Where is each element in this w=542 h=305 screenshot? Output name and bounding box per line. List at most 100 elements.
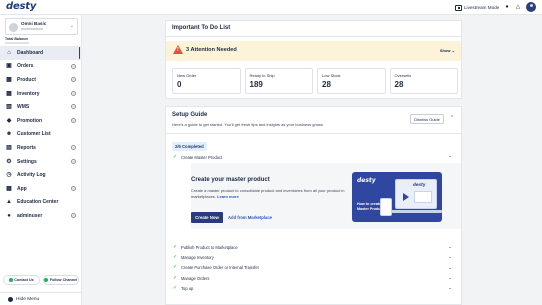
master-product-panel: Create your master product Create a mast… <box>191 163 461 229</box>
sidebar-item-product[interactable]: ▩ Product + <box>0 73 82 87</box>
divider <box>166 133 461 134</box>
store-sub-text <box>21 28 43 30</box>
sidebar-item-inventory[interactable]: ▦ Inventory + <box>0 87 82 101</box>
promo-logo: desty <box>357 177 376 184</box>
step-publish-product[interactable]: ✓ Publish Product to Marketplace ⌄ <box>173 242 456 252</box>
stat-oversells[interactable]: Oversells 28 <box>389 68 458 94</box>
contact-us-button[interactable]: Contact Us <box>3 275 40 285</box>
expand-plus-icon[interactable]: + <box>71 145 76 151</box>
expand-plus-icon[interactable]: + <box>71 158 76 164</box>
expand-plus-icon[interactable]: + <box>71 104 76 110</box>
master-description: Create a master product to consolidate p… <box>191 188 351 199</box>
sidebar-item-education-center[interactable]: ▲ Education Center <box>0 196 82 210</box>
store-selector[interactable]: Omni Basic ⌄ <box>5 18 78 35</box>
dismiss-guide-button[interactable]: Dismiss Guide <box>410 114 444 124</box>
tutorial-video-thumbnail[interactable]: desty How to create a Master Product des… <box>352 172 442 222</box>
step-top-up[interactable]: ✓ Top up ⌄ <box>173 283 456 293</box>
sidebar: Omni Basic ⌄ Total Balance ⌂ Dashboard ▣… <box>0 15 82 305</box>
stat-label: Low Stock <box>322 73 341 78</box>
play-icon <box>403 193 409 201</box>
home-icon: ⌂ <box>7 49 11 56</box>
education-icon: ▲ <box>6 199 12 206</box>
user-avatar[interactable] <box>526 2 536 12</box>
hide-menu-button[interactable]: Hide Menu <box>0 292 82 305</box>
sidebar-item-orders[interactable]: ▣ Orders + <box>0 60 82 74</box>
stats-row: New Order 0 Ready to Ship 189 Low Stock … <box>172 68 458 94</box>
total-balance-value <box>5 42 29 44</box>
sidebar-item-activity-log[interactable]: ◷ Activity Log <box>0 168 82 182</box>
todo-title: Important To Do List <box>172 25 231 31</box>
expand-plus-icon[interactable]: + <box>71 90 76 96</box>
chat-icon[interactable]: ● <box>504 4 510 10</box>
sidebar-item-label: Promotion <box>17 117 42 124</box>
divider <box>166 36 461 37</box>
todo-card: Important To Do List ! 3 Attention Neede… <box>165 20 462 99</box>
check-icon: ✓ <box>173 154 178 160</box>
screen-content <box>414 191 432 203</box>
stat-ready-to-ship[interactable]: Ready to Ship 189 <box>244 68 313 94</box>
add-from-marketplace-link[interactable]: Add from Marketplace <box>228 215 272 220</box>
sidebar-item-customer-list[interactable]: ☻ Customer List <box>0 128 82 142</box>
monitor-icon <box>455 4 462 11</box>
laptop-logo: desty <box>413 182 426 187</box>
sidebar-item-wms[interactable]: ▧ WMS + <box>0 100 82 114</box>
hide-menu-icon <box>8 296 13 302</box>
stat-low-stock[interactable]: Low Stock 28 <box>317 68 386 94</box>
sidebar-item-label: App <box>17 185 27 192</box>
phone-illustration <box>380 198 392 216</box>
activity-icon: ◷ <box>6 172 12 179</box>
step-create-master-product[interactable]: ✓ Create Master Product ⌃ <box>173 154 456 161</box>
bell-icon[interactable]: △ <box>515 4 521 10</box>
expand-plus-icon[interactable]: + <box>71 63 76 69</box>
setup-guide-card: Setup Guide Here's a guide to get starte… <box>165 106 462 305</box>
chevron-down-icon: ⌄ <box>448 264 452 270</box>
stat-new-order[interactable]: New Order 0 <box>172 68 241 94</box>
sidebar-item-label: Settings <box>17 158 37 165</box>
store-avatar <box>9 22 18 32</box>
create-now-button[interactable]: Create Now <box>191 212 223 223</box>
chevron-down-icon: ⌄ <box>448 285 452 291</box>
learn-more-link[interactable]: Learn more <box>217 194 239 199</box>
contact-row: Contact Us Follow Channel <box>3 275 79 285</box>
stat-label: New Order <box>177 73 197 78</box>
follow-channel-label: Follow Channel <box>49 278 78 282</box>
sidebar-item-label: Orders <box>17 63 34 70</box>
show-toggle[interactable]: Show ⌄ <box>440 48 455 53</box>
settings-icon: ⚙ <box>6 158 12 165</box>
sidebar-item-label: WMS <box>17 104 30 111</box>
sidebar-item-promotion[interactable]: ◆ Promotion + <box>0 114 82 128</box>
sidebar-item-adminuser[interactable]: ● adminuser + <box>0 209 82 223</box>
expand-plus-icon[interactable]: + <box>71 117 76 123</box>
sidebar-item-app[interactable]: ▦ App + <box>0 182 82 196</box>
sidebar-item-label: Reports <box>17 144 36 151</box>
livestream-mode-label: Livestream Mode <box>464 5 500 10</box>
step-manage-orders[interactable]: ✓ Manage Orders ⌄ <box>173 273 456 283</box>
sidebar-item-dashboard[interactable]: ⌂ Dashboard <box>0 46 82 60</box>
step-label: Top up <box>181 285 194 291</box>
sidebar-item-reports[interactable]: ▤ Reports + <box>0 141 82 155</box>
app-icon: ▦ <box>6 185 12 192</box>
check-icon: ✓ <box>173 264 178 271</box>
inventory-icon: ▦ <box>6 90 12 97</box>
expand-plus-icon[interactable]: + <box>71 77 76 83</box>
step-create-purchase-order[interactable]: ✓ Create Purchase Order or Internal Tran… <box>173 263 456 273</box>
expand-plus-icon[interactable]: + <box>71 213 76 219</box>
step-label: Publish Product to Marketplace <box>181 244 238 250</box>
sidebar-item-label: Product <box>17 76 36 83</box>
check-icon: ✓ <box>173 284 178 291</box>
livestream-mode-button[interactable]: Livestream Mode <box>455 3 499 12</box>
chevron-up-icon[interactable]: ⌃ <box>450 115 454 121</box>
store-name: Omni Basic <box>21 21 47 26</box>
attention-banner: ! 3 Attention Needed Show ⌄ <box>166 41 461 61</box>
hide-menu-label: Hide Menu <box>16 296 40 302</box>
step-label: Create Master Product <box>181 155 223 160</box>
step-manage-inventory[interactable]: ✓ Manage Inventory ⌄ <box>173 252 456 262</box>
app-logo[interactable]: desty <box>6 1 36 12</box>
master-title: Create your master product <box>191 177 270 183</box>
expand-plus-icon[interactable]: + <box>71 185 76 191</box>
contact-us-label: Contact Us <box>14 278 34 282</box>
sidebar-item-settings[interactable]: ⚙ Settings + <box>0 155 82 169</box>
follow-channel-button[interactable]: Follow Channel <box>42 275 79 285</box>
chevron-down-icon: ⌄ <box>69 23 74 29</box>
stat-label: Ready to Ship <box>249 73 275 78</box>
